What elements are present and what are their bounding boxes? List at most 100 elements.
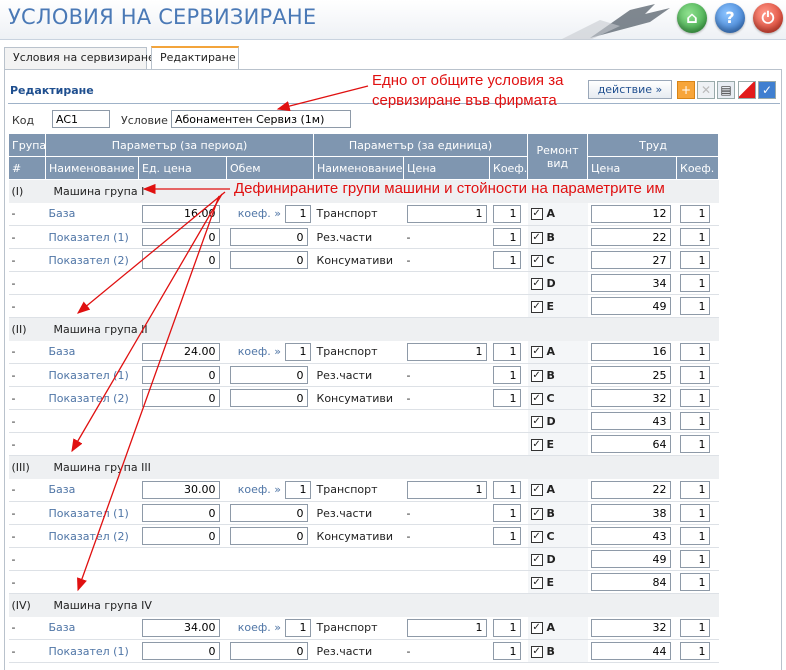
labor-price-input[interactable] [590,618,671,637]
labor-price-input[interactable] [590,366,671,384]
period-param-name[interactable]: База [45,340,139,364]
unit-price-input[interactable] [141,228,220,246]
unit-param-price-input[interactable] [406,342,487,361]
clear-icon[interactable] [738,81,756,99]
help-icon[interactable]: ? [715,3,745,33]
period-param-name[interactable]: База [45,616,139,640]
repair-checkbox[interactable]: ✓ [530,369,543,382]
repair-checkbox[interactable]: ✓ [530,415,543,428]
unit-coef-input[interactable] [492,527,521,545]
power-icon[interactable]: ⏻ [753,3,783,33]
delete-icon[interactable]: ✕ [697,81,715,99]
action-button[interactable]: действие » [588,80,672,99]
unit-param-price-input[interactable] [406,480,487,499]
unit-price-input[interactable] [141,527,220,545]
period-param-name[interactable]: Показател (1) [45,225,139,249]
labor-price-input[interactable] [590,527,671,545]
koef-link[interactable]: коеф. » [238,621,281,634]
labor-coef-input[interactable] [679,480,710,499]
labor-price-input[interactable] [590,204,671,223]
koef-link[interactable]: коеф. » [238,207,281,220]
repair-checkbox[interactable]: ✓ [530,392,543,405]
repair-checkbox[interactable]: ✓ [530,622,543,635]
labor-price-input[interactable] [590,228,671,246]
unit-price-input[interactable] [141,480,220,499]
unit-price-input[interactable] [141,251,220,269]
labor-price-input[interactable] [590,342,671,361]
unit-price-input[interactable] [141,366,220,384]
volume-coef-input[interactable] [284,342,311,361]
labor-price-input[interactable] [590,297,671,315]
repair-checkbox[interactable]: ✓ [530,507,543,520]
labor-price-input[interactable] [590,550,671,568]
add-icon[interactable]: + [677,81,695,99]
repair-checkbox[interactable]: ✓ [530,254,543,267]
period-param-name[interactable]: Показател (1) [45,363,139,387]
volume-input[interactable] [229,251,308,269]
unit-price-input[interactable] [141,204,220,223]
unit-coef-input[interactable] [492,504,521,522]
volume-input[interactable] [229,527,308,545]
labor-coef-input[interactable] [679,550,710,568]
repair-checkbox[interactable]: ✓ [530,438,543,451]
unit-coef-input[interactable] [492,480,521,499]
unit-coef-input[interactable] [492,228,521,246]
labor-coef-input[interactable] [679,251,710,269]
print-icon[interactable]: ▤ [717,81,735,99]
repair-checkbox[interactable]: ✓ [530,645,543,658]
labor-coef-input[interactable] [679,342,710,361]
period-param-name[interactable]: База [45,202,139,226]
repair-checkbox[interactable]: ✓ [530,530,543,543]
unit-coef-input[interactable] [492,342,521,361]
labor-coef-input[interactable] [679,435,710,453]
repair-checkbox[interactable]: ✓ [530,231,543,244]
tab-service-conditions[interactable]: Условия на сервизиране [4,47,155,69]
period-param-name[interactable]: Показател (1) [45,639,139,663]
volume-input[interactable] [229,366,308,384]
period-param-name[interactable]: Показател (1) [45,501,139,525]
repair-checkbox[interactable]: ✓ [530,300,543,313]
code-input[interactable] [52,110,110,128]
period-param-name[interactable]: База [45,478,139,502]
labor-coef-input[interactable] [679,204,710,223]
repair-checkbox[interactable]: ✓ [530,484,543,497]
koef-link[interactable]: коеф. » [238,483,281,496]
volume-coef-input[interactable] [284,480,311,499]
volume-input[interactable] [229,389,308,407]
volume-coef-input[interactable] [284,618,311,637]
home-icon[interactable]: ⌂ [677,3,707,33]
labor-price-input[interactable] [590,251,671,269]
repair-checkbox[interactable]: ✓ [530,576,543,589]
labor-price-input[interactable] [590,480,671,499]
labor-coef-input[interactable] [679,297,710,315]
volume-input[interactable] [229,504,308,522]
unit-coef-input[interactable] [492,366,521,384]
period-param-name[interactable]: Показател (2) [45,386,139,410]
tab-edit[interactable]: Редактиране [151,46,239,70]
labor-coef-input[interactable] [679,228,710,246]
labor-coef-input[interactable] [679,618,710,637]
unit-price-input[interactable] [141,504,220,522]
labor-price-input[interactable] [590,573,671,591]
volume-coef-input[interactable] [284,204,311,223]
unit-param-price-input[interactable] [406,204,487,223]
period-param-name[interactable]: Показател (2) [45,248,139,272]
labor-coef-input[interactable] [679,573,710,591]
repair-checkbox[interactable]: ✓ [530,208,543,221]
unit-coef-input[interactable] [492,618,521,637]
labor-coef-input[interactable] [679,389,710,407]
unit-coef-input[interactable] [492,251,521,269]
labor-price-input[interactable] [590,389,671,407]
labor-price-input[interactable] [590,504,671,522]
labor-coef-input[interactable] [679,412,710,430]
unit-price-input[interactable] [141,642,220,660]
unit-coef-input[interactable] [492,389,521,407]
labor-price-input[interactable] [590,274,671,292]
period-param-name[interactable]: Показател (2) [45,524,139,548]
save-check-icon[interactable]: ✓ [758,81,776,99]
labor-coef-input[interactable] [679,527,710,545]
labor-price-input[interactable] [590,435,671,453]
labor-price-input[interactable] [590,642,671,660]
unit-coef-input[interactable] [492,204,521,223]
koef-link[interactable]: коеф. » [238,345,281,358]
